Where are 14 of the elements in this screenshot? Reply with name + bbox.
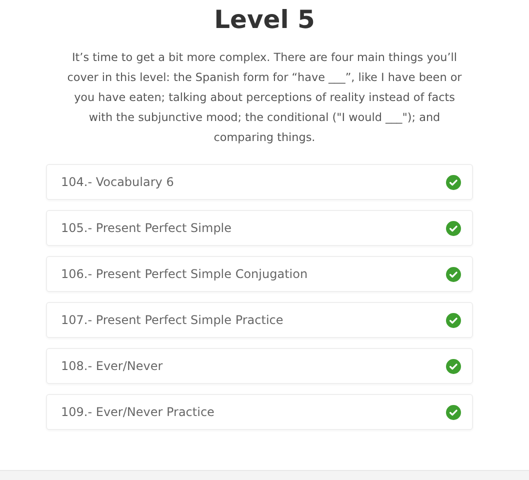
- lesson-title: 104.- Vocabulary 6: [61, 174, 174, 191]
- lesson-row[interactable]: 109.- Ever/Never Practice: [46, 394, 473, 430]
- lesson-title: 107.- Present Perfect Simple Practice: [61, 312, 284, 329]
- level-title: Level 5: [214, 4, 315, 36]
- lesson-title: 106.- Present Perfect Simple Conjugation: [61, 266, 308, 283]
- lesson-title: 109.- Ever/Never Practice: [61, 404, 214, 421]
- lesson-row[interactable]: 104.- Vocabulary 6: [46, 164, 473, 200]
- lesson-row[interactable]: 106.- Present Perfect Simple Conjugation: [46, 256, 473, 292]
- lesson-row[interactable]: 105.- Present Perfect Simple: [46, 210, 473, 246]
- level-description: It’s time to get a bit more complex. There are four main things you’ll cover in this level: the Spanish form for “have ___”, like I have been or you have eaten; talking about perceptions of reality instead of facts with the subjunctive mood; the conditional ("I would ___"); and comparing things.: [66, 50, 463, 146]
- lesson-row[interactable]: 107.- Present Perfect Simple Practice: [46, 302, 473, 338]
- lesson-title: 105.- Present Perfect Simple: [61, 220, 232, 237]
- lesson-title: 108.- Ever/Never: [61, 358, 163, 375]
- lesson-row[interactable]: 108.- Ever/Never: [46, 348, 473, 384]
